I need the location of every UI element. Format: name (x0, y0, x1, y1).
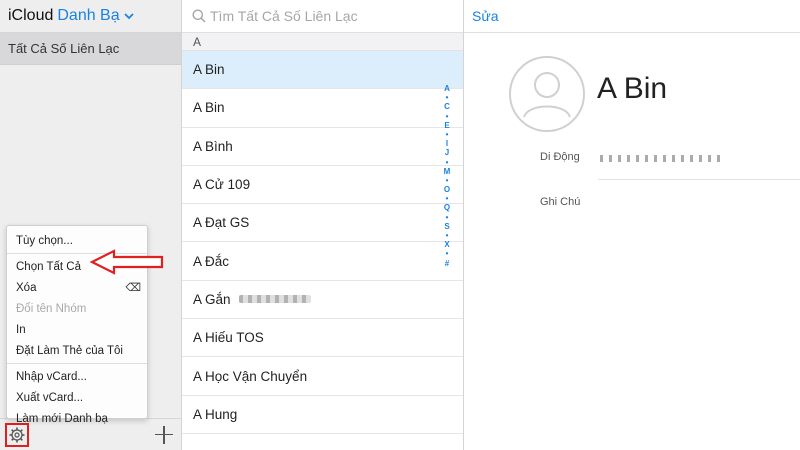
index-letter[interactable]: J (445, 148, 449, 157)
index-letter[interactable]: • (446, 176, 449, 185)
index-letter[interactable]: S (444, 222, 449, 231)
menu-item-refresh-contacts[interactable]: Làm mới Danh bạ (7, 408, 147, 429)
index-letter[interactable]: • (446, 158, 449, 167)
index-letter[interactable]: X (444, 240, 449, 249)
section-header: A (182, 33, 463, 51)
mobile-label: Di Động (540, 151, 580, 163)
menu-item-preferences[interactable]: Tùy chọn... (7, 230, 147, 251)
menu-item-export-vcard[interactable]: Xuất vCard... (7, 387, 147, 408)
index-letter[interactable]: E (444, 121, 449, 130)
index-letter[interactable]: • (446, 194, 449, 203)
annotation-arrow-icon (90, 249, 164, 275)
contact-list-pane: Tìm Tất Cả Số Liên Lạc A A Bin A Bin A B… (182, 0, 464, 450)
index-letter[interactable]: C (444, 102, 450, 111)
detail-header: Sửa (464, 0, 800, 33)
index-letter[interactable]: • (446, 249, 449, 258)
menu-item-import-vcard[interactable]: Nhập vCard... (7, 366, 147, 387)
edit-button[interactable]: Sửa (472, 8, 499, 24)
add-contact-button[interactable] (155, 425, 173, 444)
chevron-down-icon[interactable] (123, 13, 134, 20)
menu-separator (7, 363, 147, 364)
menu-item-print[interactable]: In (7, 319, 147, 340)
menu-item-rename-group: Đổi tên Nhóm (16, 302, 87, 315)
index-letter[interactable]: • (446, 112, 449, 121)
contact-row[interactable]: A Bin (182, 89, 463, 128)
redacted-text (238, 295, 311, 304)
index-letter[interactable]: O (444, 185, 450, 194)
search-input[interactable]: Tìm Tất Cả Số Liên Lạc (210, 8, 358, 24)
sidebar-header: iCloud Danh Bạ (0, 0, 181, 33)
index-letter[interactable]: # (445, 259, 449, 268)
contact-row[interactable]: A Bình (182, 128, 463, 166)
index-letter[interactable]: • (446, 130, 449, 139)
contact-row[interactable]: A Hiếu TOS (182, 319, 463, 358)
index-letter[interactable]: Q (444, 203, 450, 212)
index-letter[interactable]: • (446, 231, 449, 240)
contact-row[interactable]: A Gắn (182, 281, 463, 320)
index-letter[interactable]: A (444, 84, 450, 93)
contact-row[interactable]: A Học Vận Chuyển (182, 357, 463, 396)
app-name: iCloud (8, 7, 54, 24)
index-letter[interactable]: I (446, 139, 448, 148)
contact-row[interactable]: A Đạt GS (182, 204, 463, 243)
menu-item-delete[interactable]: Xóa ⌫ (7, 277, 147, 298)
contact-name: A Bin (597, 72, 668, 105)
avatar-icon (509, 56, 585, 132)
contact-row[interactable]: A Bin (182, 51, 463, 90)
contact-row[interactable]: A Hung (182, 396, 463, 434)
search-icon (192, 9, 206, 23)
mobile-value-redacted (600, 155, 720, 162)
contact-row[interactable]: A Đắc (182, 242, 463, 281)
delete-key-icon: ⌫ (125, 282, 141, 294)
app-section-switcher[interactable]: Danh Bạ (57, 7, 119, 25)
contact-row[interactable]: A Cử 109 (182, 166, 463, 205)
index-letter[interactable]: • (446, 93, 449, 102)
contact-detail-pane: Sửa A Bin Di Động Ghi Chú (464, 0, 800, 450)
group-all-contacts[interactable]: Tất Cả Số Liên Lạc (0, 33, 181, 65)
index-letter[interactable]: • (446, 213, 449, 222)
index-letter[interactable]: M (444, 167, 451, 176)
alphabet-index[interactable]: A • C • E • I J • M • O • Q • S • X • # (435, 84, 459, 268)
search-bar[interactable]: Tìm Tất Cả Số Liên Lạc (182, 0, 463, 33)
divider (598, 179, 800, 180)
note-label: Ghi Chú (540, 196, 581, 208)
menu-item-make-my-card[interactable]: Đặt Làm Thẻ của Tôi (7, 340, 147, 361)
